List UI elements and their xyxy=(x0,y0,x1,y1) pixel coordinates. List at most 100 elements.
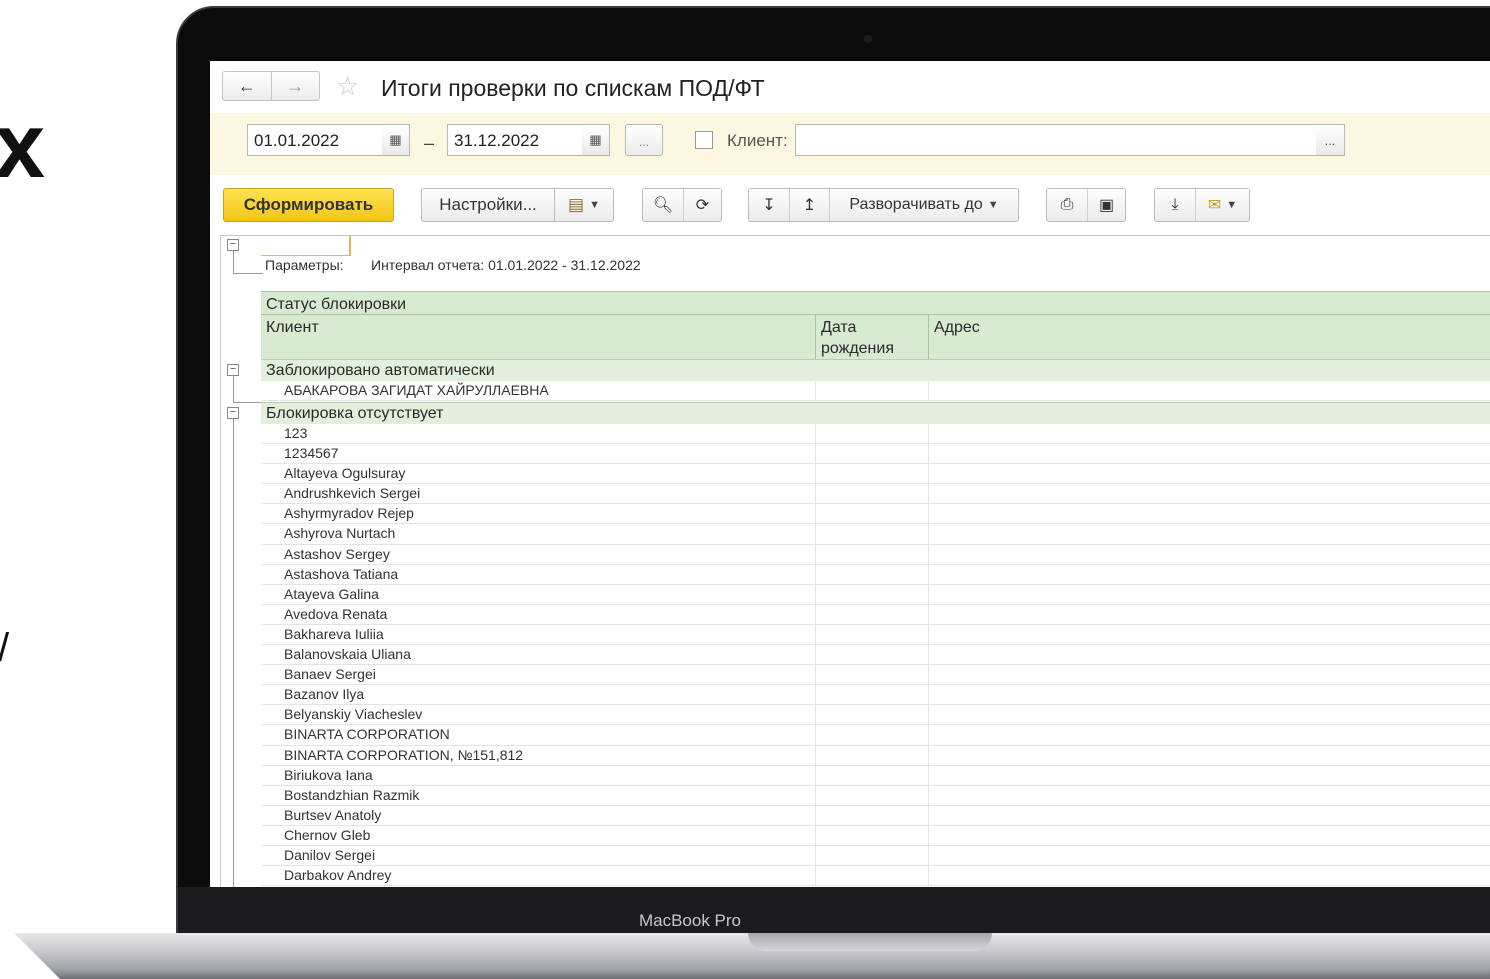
client-select-button[interactable]: ... xyxy=(1316,124,1345,156)
table-row[interactable]: Astashova Tatiana xyxy=(261,564,1490,585)
collapse-params-icon[interactable]: − xyxy=(227,239,239,251)
period-select-button[interactable]: ... xyxy=(625,124,663,156)
header-client[interactable]: Клиент xyxy=(261,315,815,359)
download-icon[interactable]: ⤓ xyxy=(1155,189,1195,221)
print-group: ⎙ ▣ xyxy=(1046,188,1126,222)
column-divider xyxy=(928,705,929,725)
header-address[interactable]: Адрес xyxy=(928,315,1490,359)
column-divider xyxy=(928,785,929,805)
search-icon[interactable]: 🔍︎ xyxy=(643,189,683,221)
table-row[interactable]: BINARTA CORPORATION xyxy=(261,725,1490,746)
table-row[interactable]: Avedova Renata xyxy=(261,604,1490,625)
expand-all-icon[interactable]: ↧ xyxy=(749,189,789,221)
table-row[interactable]: Bazanov Ilya xyxy=(261,685,1490,706)
table-row[interactable]: Danilov Sergei xyxy=(261,845,1490,867)
table-row[interactable]: Astashov Sergey xyxy=(261,544,1490,565)
client-name-cell: Astashova Tatiana xyxy=(284,565,399,582)
camera-icon xyxy=(864,35,872,43)
table-row[interactable]: Altayeva Ogulsuray xyxy=(261,464,1490,485)
group-row-not-blocked[interactable]: Блокировка отсутствует xyxy=(261,402,1490,424)
table-row[interactable]: Atayeva Galina xyxy=(261,584,1490,605)
client-name-cell: Chernov Gleb xyxy=(284,826,371,843)
print-preview-icon[interactable]: ▣ xyxy=(1087,189,1125,221)
tree-line xyxy=(233,273,263,274)
expand-to-label: Разворачивать до xyxy=(849,196,983,213)
column-divider xyxy=(815,665,816,685)
table-row[interactable]: Ashyrova Nurtach xyxy=(261,524,1490,545)
chevron-down-icon: ▼ xyxy=(589,199,600,211)
collapse-group-icon[interactable]: − xyxy=(227,364,239,376)
table-row[interactable]: Balanovskaia Uliana xyxy=(261,645,1490,666)
collapse-group-icon[interactable]: − xyxy=(227,407,239,419)
column-divider xyxy=(928,524,929,544)
column-divider xyxy=(928,484,929,504)
table-row[interactable]: 1234567 xyxy=(261,444,1490,465)
column-divider xyxy=(815,564,816,584)
table-row[interactable]: Biriukova Iana xyxy=(261,765,1490,786)
expand-group: ↧ ↥ Разворачивать до ▼ xyxy=(748,188,1019,222)
column-divider xyxy=(815,584,816,604)
column-divider xyxy=(815,444,816,464)
back-button[interactable]: ← xyxy=(223,72,271,100)
header-birth-date[interactable]: Дата рождения xyxy=(815,315,928,359)
search-advanced-icon[interactable]: ⟳ xyxy=(683,189,721,221)
print-icon[interactable]: ⎙ xyxy=(1047,189,1087,221)
date-range-dash: – xyxy=(424,133,435,153)
table-row[interactable]: Burtsev Anatoly xyxy=(261,805,1490,826)
client-name-cell: Bostandzhian Razmik xyxy=(284,786,420,803)
table-row[interactable]: Belyanskiy Viacheslev xyxy=(261,705,1490,726)
column-divider xyxy=(815,464,816,484)
column-divider xyxy=(928,765,929,785)
date-from-field[interactable]: 01.01.2022 xyxy=(247,124,383,156)
tree-column: − − − xyxy=(221,236,263,887)
group-not-blocked-rows: 123 1234567 Altayeva Ogulsuray Andrushkevic… xyxy=(261,424,1490,887)
envelope-icon: ✉ xyxy=(1207,197,1222,214)
table-row[interactable]: Andrushkevich Sergei xyxy=(261,484,1490,505)
client-name-cell: Biriukova Iana xyxy=(284,766,373,783)
client-name-cell: Altayeva Ogulsuray xyxy=(284,465,406,482)
table-row[interactable]: АБАКАРОВА ЗАГИДАТ ХАЙРУЛЛАЕВНА xyxy=(261,381,1490,402)
table-row[interactable]: Bakhareva Iuliia xyxy=(261,624,1490,646)
table-row[interactable]: BINARTA CORPORATION, №151,812 xyxy=(261,745,1490,766)
group-row-blocked[interactable]: Заблокировано автоматически xyxy=(261,359,1490,381)
column-divider xyxy=(928,645,929,665)
client-name-cell: Avedova Renata xyxy=(284,605,388,622)
column-divider xyxy=(928,424,929,444)
table-row[interactable]: Banaev Sergei xyxy=(261,665,1490,686)
column-divider xyxy=(928,624,929,645)
column-divider xyxy=(815,524,816,544)
date-to-field[interactable]: 31.12.2022 xyxy=(447,124,583,156)
client-name-cell: 123 xyxy=(284,425,308,441)
client-name-cell: Banaev Sergei xyxy=(284,666,376,683)
settings-button[interactable]: Настройки... xyxy=(421,188,555,222)
calendar-icon[interactable]: ▦ xyxy=(382,124,410,156)
client-name-cell: Darbakov Andrey xyxy=(284,867,392,884)
calendar-icon[interactable]: ▦ xyxy=(582,124,610,156)
client-name-cell: Bazanov Ilya xyxy=(284,686,365,703)
client-name-cell: Astashov Sergey xyxy=(284,545,390,562)
table-row[interactable]: 123 xyxy=(261,424,1490,445)
generate-button[interactable]: Сформировать xyxy=(223,188,394,222)
params-label: Параметры: xyxy=(265,257,344,273)
table-row[interactable]: Chernov Gleb xyxy=(261,825,1490,846)
column-divider xyxy=(928,866,929,886)
client-input[interactable] xyxy=(795,124,1317,156)
table-row[interactable]: Ashyrmyradov Rejep xyxy=(261,504,1490,525)
table-row[interactable]: Bostandzhian Razmik xyxy=(261,785,1490,806)
client-checkbox[interactable] xyxy=(695,131,713,149)
expand-to-dropdown[interactable]: Разворачивать до ▼ xyxy=(829,189,1018,221)
column-divider xyxy=(815,424,816,444)
tree-line xyxy=(233,402,263,403)
table-row[interactable]: Darbakov Andrey xyxy=(261,866,1490,887)
send-email-dropdown[interactable]: ✉ ▼ xyxy=(1195,189,1249,221)
report-grid: − − − Параметры: Интервал отчета: 01.01.… xyxy=(220,235,1490,887)
client-name-cell: Burtsev Anatoly xyxy=(284,806,382,823)
column-divider xyxy=(815,685,816,705)
favorite-star-icon[interactable]: ☆ xyxy=(336,73,359,99)
collapse-all-icon[interactable]: ↥ xyxy=(789,189,829,221)
column-divider xyxy=(928,685,929,705)
forward-button[interactable]: → xyxy=(270,72,320,100)
page-fragment-glyph: х xyxy=(0,95,46,197)
screen: ← → ☆ Итоги проверки по спискам ПОД/ФТ 0… xyxy=(210,61,1490,887)
variants-button[interactable]: ▤ ▼ xyxy=(554,188,614,222)
